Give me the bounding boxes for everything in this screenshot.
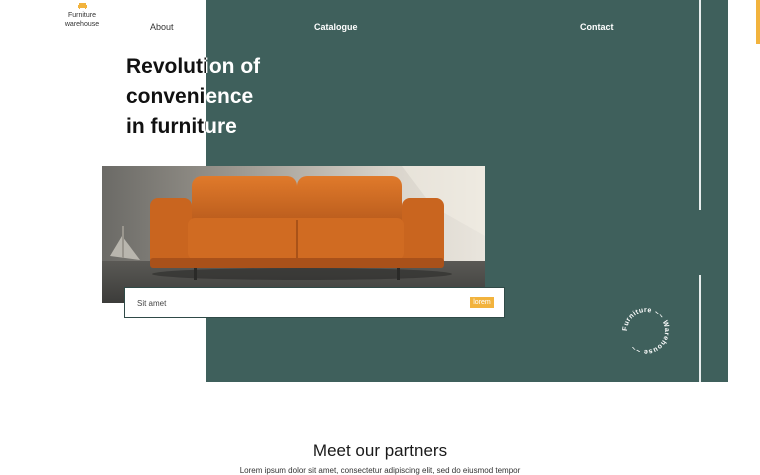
circular-brand-stamp: Furniture ~~ Warehouse ~~ <box>622 307 670 355</box>
logo-text-line2: warehouse <box>64 21 100 28</box>
svg-text:Furniture ~~ Warehouse ~~: Furniture ~~ Warehouse ~~ <box>622 307 670 355</box>
stamp-text: Furniture ~~ Warehouse ~~ <box>622 307 670 355</box>
decorative-divider-bottom <box>699 275 701 382</box>
search-button[interactable]: lorem <box>470 297 494 308</box>
nav-catalogue-link[interactable]: Catalogue <box>314 22 358 32</box>
logo[interactable]: Furniture warehouse <box>58 3 106 29</box>
accent-bar <box>756 0 760 44</box>
search-input[interactable] <box>137 295 437 311</box>
decorative-divider-top <box>699 0 701 210</box>
nav-about-link[interactable]: About <box>150 22 174 32</box>
search-box: lorem <box>124 287 505 318</box>
sofa-logo-icon <box>77 3 87 9</box>
partners-title: Meet our partners <box>312 441 448 460</box>
partners-subtitle: Lorem ipsum dolor sit amet, consectetur … <box>239 466 521 475</box>
sofa-hero-image <box>102 166 485 303</box>
logo-text-line1: Furniture <box>67 12 96 19</box>
nav-contact-link[interactable]: Contact <box>580 22 614 32</box>
